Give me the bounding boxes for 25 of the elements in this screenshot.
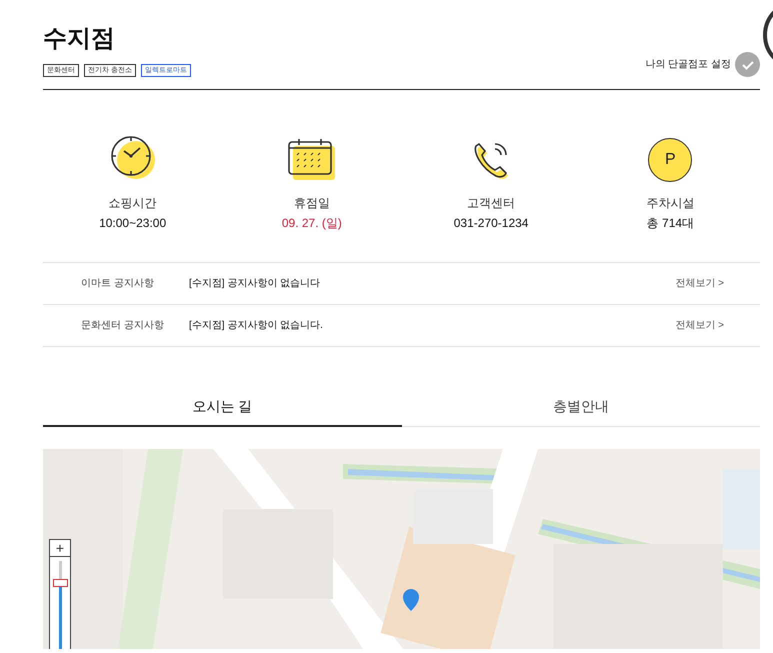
favorite-label: 나의 단골점포 설정 (645, 58, 731, 72)
calendar-icon (286, 138, 337, 182)
favorite-button[interactable] (735, 52, 760, 77)
info-value: 10:00~23:00 (99, 215, 166, 232)
notice-category: 이마트 공지사항 (80, 277, 155, 291)
info-value: 총 714대 (646, 215, 694, 232)
clock-icon (108, 134, 157, 182)
info-value: 031-270-1234 (454, 215, 528, 232)
zoom-in-button[interactable]: + (49, 539, 71, 557)
view-all-link[interactable]: 전체보기 > (675, 276, 760, 291)
info-label: 고객센터 (467, 195, 516, 212)
info-label: 휴점일 (294, 195, 330, 212)
notice-message: [수지점] 공지사항이 없습니다 (189, 277, 322, 291)
view-all-link[interactable]: 전체보기 > (675, 318, 760, 333)
parking-icon: P (648, 138, 692, 182)
notice-message: [수지점] 공지사항이 없습니다. (189, 319, 324, 333)
tab[interactable]: 층별안내 (402, 387, 760, 427)
zoom-slider[interactable] (49, 557, 71, 649)
info-label: 주차시설 (646, 195, 694, 212)
info-label: 쇼핑시간 (108, 195, 157, 212)
notice-category: 문화센터 공지사항 (80, 319, 165, 333)
store-name: 수지점 (43, 24, 116, 54)
zoom-thumb[interactable] (53, 579, 68, 587)
tab[interactable]: 오시는 길 (43, 387, 402, 427)
info-value: 09. 27. (일) (282, 215, 342, 232)
